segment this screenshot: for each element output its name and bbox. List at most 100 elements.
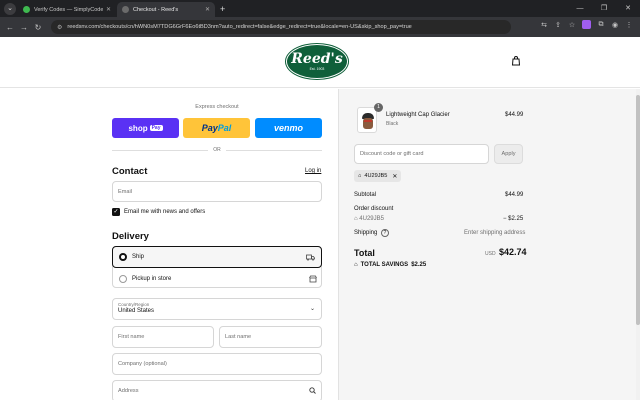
maximize-icon[interactable]: ❐ [592, 0, 616, 17]
shopping-bag-icon[interactable] [511, 56, 521, 66]
total-value: $42.74 [499, 247, 527, 257]
discount-code-input[interactable]: Discount code or gift card [354, 144, 489, 164]
email-field[interactable]: Email [112, 181, 322, 202]
help-icon[interactable]: ? [381, 229, 389, 237]
pickup-option[interactable]: Pickup in store [113, 268, 323, 289]
apply-discount-button[interactable]: Apply [494, 144, 523, 164]
browser-tab-simplycodes[interactable]: Verify Codes — SimplyCodes ✕ [18, 2, 116, 17]
news-label: Email me with news and offers [124, 209, 206, 215]
minimize-icon[interactable]: — [568, 0, 592, 17]
order-discount-label: Order discount [354, 206, 394, 212]
shop-pay-button[interactable]: shop Pay [112, 118, 179, 138]
total-label: Total [354, 248, 375, 258]
pickup-radio[interactable] [119, 274, 127, 283]
share-icon[interactable]: ⇪ [551, 21, 565, 29]
news-checkbox[interactable]: ✓ [112, 208, 120, 216]
reeds-favicon-icon [122, 6, 129, 13]
scrollbar-thumb[interactable] [636, 95, 640, 325]
news-offers-option[interactable]: ✓ Email me with news and offers [112, 208, 205, 216]
new-tab-button[interactable]: + [220, 4, 225, 14]
subtotal-value: $44.99 [505, 192, 524, 198]
contact-heading: Contact [112, 166, 148, 177]
product-thumbnail [357, 107, 377, 133]
country-select[interactable]: Country/Region United States ⌄ [112, 298, 322, 320]
divider-line [225, 149, 322, 151]
extensions-puzzle-icon[interactable]: ⧉ [594, 21, 608, 29]
browser-toolbar: ← → ↻ ⚙ reedsnv.com/checkouts/cn/hWN0sM7… [0, 17, 640, 37]
tab-title: Verify Codes — SimplyCodes [34, 6, 103, 13]
last-name-field[interactable]: Last name [219, 326, 322, 348]
close-tab-icon[interactable]: ✕ [106, 6, 111, 13]
logo-est: Est. 1903 [309, 67, 325, 71]
product-image-glasses [364, 120, 372, 122]
quantity-badge: 1 [374, 103, 383, 112]
company-field[interactable]: Company (optional) [112, 353, 322, 375]
bookmark-star-icon[interactable]: ☆ [565, 21, 579, 29]
product-name: Lightweight Cap Glacier [386, 112, 450, 118]
reeds-logo[interactable]: Reed's Est. 1903 [286, 44, 348, 79]
site-header: Reed's Est. 1903 [0, 37, 640, 88]
address-bar[interactable]: ⚙ reedsnv.com/checkouts/cn/hWN0sM7TDG6Gr… [51, 20, 511, 34]
ship-label: Ship [132, 254, 145, 260]
address-placeholder: Address [118, 388, 139, 394]
paypal-button[interactable]: Pay Pal [183, 118, 250, 138]
first-name-placeholder: First name [118, 334, 145, 340]
close-window-icon[interactable]: ✕ [616, 0, 640, 17]
email-placeholder: Email [118, 188, 132, 195]
last-name-placeholder: Last name [225, 334, 252, 340]
store-icon [309, 275, 317, 282]
discount-placeholder: Discount code or gift card [360, 151, 424, 157]
pickup-label: Pickup in store [132, 275, 172, 282]
shop-pay-badge: Pay [149, 125, 163, 131]
extension-icon[interactable] [582, 20, 591, 29]
venmo-text: venmo [273, 123, 303, 133]
remove-code-icon[interactable]: ✕ [392, 173, 397, 180]
menu-kebab-icon[interactable]: ⋮ [622, 21, 636, 29]
chevron-down-icon: ⌄ [309, 306, 315, 312]
country-label: Country/Region [118, 302, 150, 307]
divider-line [112, 149, 209, 151]
close-tab-icon[interactable]: ✕ [205, 6, 210, 13]
reload-icon[interactable]: ↻ [31, 23, 45, 32]
discount-code-row: ⌂ 4U29JB5 [354, 216, 384, 222]
subtotal-label: Subtotal [354, 192, 377, 198]
delivery-method-group: Ship Pickup in store [112, 246, 322, 288]
company-placeholder: Company (optional) [118, 361, 167, 367]
log-in-link[interactable]: Log in [305, 168, 321, 174]
forward-icon[interactable]: → [17, 23, 31, 32]
paypal-text-pal: Pal [217, 123, 232, 133]
shipping-value: Enter shipping address [464, 230, 526, 236]
browser-tab-checkout[interactable]: Checkout - Reed's ✕ [117, 2, 215, 17]
back-icon[interactable]: ← [3, 23, 17, 32]
currency-code: USD [485, 251, 496, 257]
order-summary: 1 Lightweight Cap Glacier Black $44.99 D… [338, 89, 640, 400]
venmo-button[interactable]: venmo [255, 118, 322, 138]
search-icon [309, 387, 316, 394]
toolbar-actions: ⇆ ⇪ ☆ ⧉ ◉ ⋮ [537, 20, 636, 29]
total-savings: ⌂ TOTAL SAVINGS $2.25 [354, 262, 426, 268]
tab-title: Checkout - Reed's [133, 6, 179, 13]
express-checkout-label: Express checkout [195, 104, 239, 110]
ship-radio[interactable] [119, 253, 127, 261]
tab-search-button[interactable]: ⌄ [4, 3, 16, 15]
window-controls: — ❐ ✕ [568, 0, 640, 17]
logo-wordmark: Reed's [291, 51, 343, 67]
truck-icon [306, 254, 315, 261]
savings-label: TOTAL SAVINGS [360, 262, 409, 268]
page-scrollbar[interactable] [636, 89, 640, 400]
savings-value: $2.25 [411, 262, 427, 268]
first-name-field[interactable]: First name [112, 326, 214, 348]
shop-pay-text: shop [128, 123, 148, 133]
translate-icon[interactable]: ⇆ [537, 21, 551, 29]
ship-option[interactable]: Ship [112, 246, 322, 268]
discount-code-text: 4U29JB5 [359, 216, 384, 222]
checkout-form: Express checkout shop Pay Pay Pal venmo O… [0, 89, 338, 400]
applied-code-chip: ⌂ 4U29JB5 ✕ [354, 170, 402, 182]
profile-icon[interactable]: ◉ [608, 21, 622, 29]
shipping-label: Shipping [354, 230, 378, 236]
product-variant: Black [386, 121, 399, 127]
discount-amount: − $2.25 [503, 216, 524, 222]
site-info-icon[interactable]: ⚙ [57, 24, 62, 31]
country-value: United States [118, 308, 155, 314]
address-field[interactable]: Address [112, 380, 322, 400]
